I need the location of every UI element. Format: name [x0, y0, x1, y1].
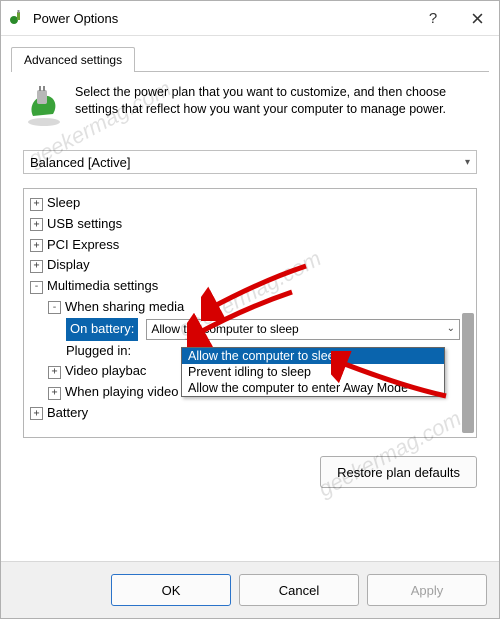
setting-label-plugged-in: Plugged in: [66, 341, 131, 362]
dropdown-option[interactable]: Prevent idling to sleep [182, 364, 444, 380]
expand-icon[interactable]: + [48, 387, 61, 400]
close-button[interactable] [455, 1, 499, 35]
intro-text: Select the power plan that you want to c… [75, 84, 477, 118]
expand-icon[interactable]: + [30, 198, 43, 211]
tab-advanced-settings[interactable]: Advanced settings [11, 47, 135, 72]
power-plan-selected: Balanced [Active] [30, 155, 130, 170]
expand-icon[interactable]: + [30, 407, 43, 420]
tree-node-display[interactable]: +Display [30, 255, 460, 276]
expand-icon[interactable]: + [30, 260, 43, 273]
cancel-button[interactable]: Cancel [239, 574, 359, 606]
dialog-footer: OK Cancel Apply [1, 561, 499, 618]
expand-icon[interactable]: + [48, 366, 61, 379]
titlebar: Power Options ? [1, 1, 499, 36]
setting-label-on-battery: On battery: [66, 318, 138, 341]
on-battery-value: Allow the computer to sleep [151, 320, 298, 339]
expand-icon[interactable]: + [30, 239, 43, 252]
settings-tree[interactable]: +Sleep +USB settings +PCI Express +Displ… [23, 188, 477, 438]
tree-node-multimedia-settings[interactable]: -Multimedia settings [30, 276, 460, 297]
chevron-down-icon: ▾ [465, 157, 470, 168]
restore-plan-defaults-button[interactable]: Restore plan defaults [320, 456, 477, 488]
tree-node-usb-settings[interactable]: +USB settings [30, 214, 460, 235]
tree-node-when-sharing-media[interactable]: -When sharing media [30, 297, 460, 318]
tree-node-pci-express[interactable]: +PCI Express [30, 235, 460, 256]
tree-leaf-on-battery[interactable]: On battery: Allow the computer to sleep … [30, 318, 460, 341]
tree-node-sleep[interactable]: +Sleep [30, 193, 460, 214]
chevron-down-icon: ⌄ [447, 321, 455, 337]
collapse-icon[interactable]: - [30, 281, 43, 294]
tab-content: Select the power plan that you want to c… [1, 72, 499, 488]
tree-scrollbar[interactable] [462, 313, 474, 433]
tab-strip: Advanced settings [11, 46, 489, 72]
tree-node-battery[interactable]: +Battery [30, 403, 460, 424]
collapse-icon[interactable]: - [48, 301, 61, 314]
apply-button: Apply [367, 574, 487, 606]
intro-block: Select the power plan that you want to c… [23, 84, 477, 128]
power-options-window: Power Options ? Advanced settings Select… [0, 0, 500, 619]
dropdown-option[interactable]: Allow the computer to enter Away Mode [182, 380, 444, 396]
ok-button[interactable]: OK [111, 574, 231, 606]
on-battery-dropdown[interactable]: Allow the computer to sleep ⌄ [146, 319, 460, 340]
help-button[interactable]: ? [411, 1, 455, 35]
dropdown-option[interactable]: Allow the computer to sleep [182, 348, 444, 364]
window-title: Power Options [33, 11, 411, 26]
on-battery-dropdown-list[interactable]: Allow the computer to sleep Prevent idli… [181, 347, 445, 397]
power-plan-icon [23, 86, 65, 128]
app-icon [9, 10, 25, 26]
expand-icon[interactable]: + [30, 218, 43, 231]
power-plan-dropdown[interactable]: Balanced [Active] ▾ [23, 150, 477, 174]
